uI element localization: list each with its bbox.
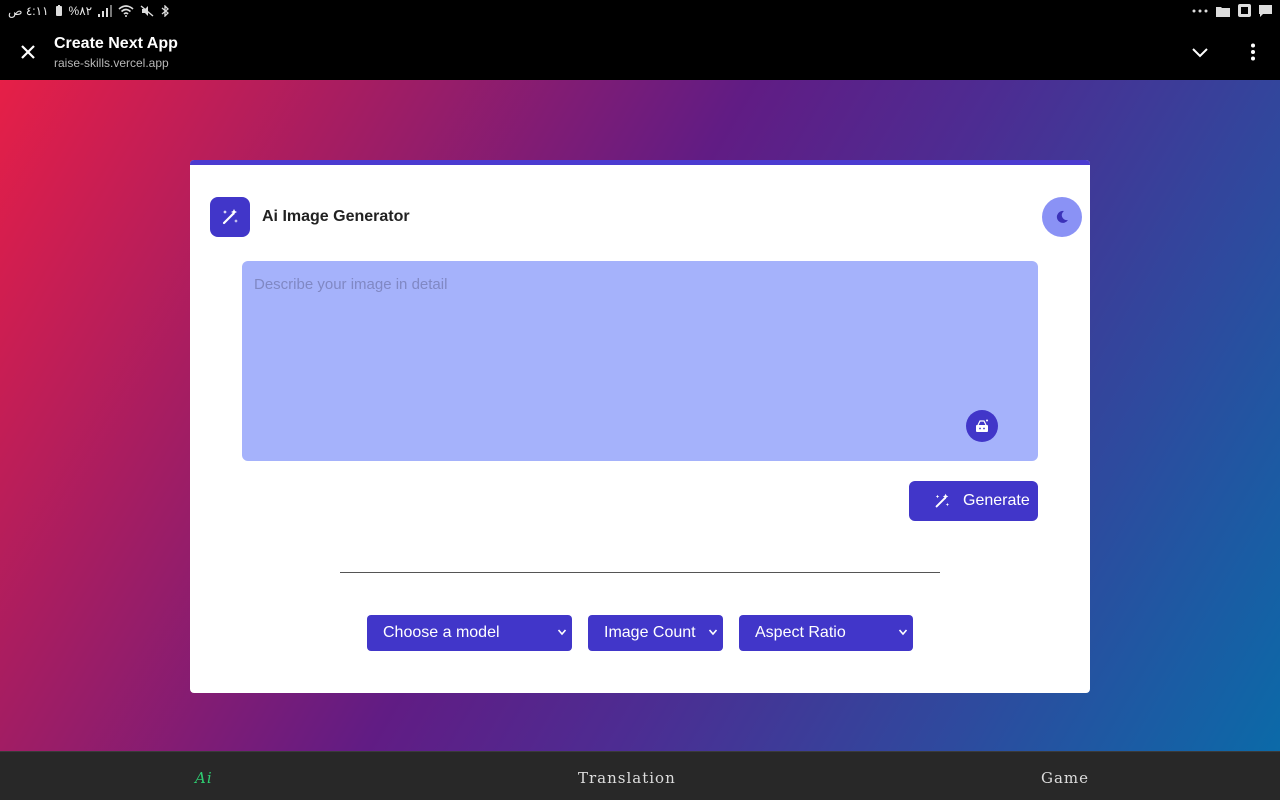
battery-icon <box>55 5 63 17</box>
close-icon <box>21 45 35 59</box>
moon-icon <box>1056 210 1068 223</box>
card-accent-bar <box>190 160 1090 165</box>
bottom-nav: Ai Translation Game <box>0 751 1280 800</box>
bluetooth-icon <box>160 5 170 17</box>
app-logo <box>210 197 250 237</box>
model-select[interactable]: Choose a model <box>367 615 572 651</box>
page-url: raise-skills.vercel.app <box>54 56 169 70</box>
minimize-button[interactable] <box>1186 38 1214 66</box>
random-prompt-button[interactable] <box>966 410 998 442</box>
divider <box>340 572 940 573</box>
page-title: Create Next App <box>54 35 178 52</box>
image-count-select[interactable]: Image Count <box>588 615 723 651</box>
folder-icon <box>1216 5 1230 17</box>
generator-card: Ai Image Generator Generat <box>190 160 1090 693</box>
theme-toggle-button[interactable] <box>1042 197 1082 237</box>
mute-icon <box>140 5 154 17</box>
nav-item-translation[interactable]: Translation <box>578 769 676 787</box>
chevron-down-icon <box>898 629 908 636</box>
prompt-container <box>242 261 1038 461</box>
status-battery: %٨٢ <box>68 4 93 18</box>
chevron-down-icon <box>708 629 718 636</box>
image-count-select-value: Image Count <box>604 624 696 641</box>
menu-button[interactable] <box>1240 38 1266 66</box>
nav-item-game[interactable]: Game <box>1041 769 1089 787</box>
generate-label: Generate <box>963 492 1030 509</box>
signal-icon <box>98 5 113 17</box>
status-right <box>1192 4 1272 17</box>
status-bar: ٤:١١ ص %٨٢ <box>0 0 1280 24</box>
chevron-down-icon <box>1192 48 1208 58</box>
wifi-icon <box>118 5 134 17</box>
nav-item-ai[interactable]: Ai <box>195 769 213 787</box>
status-time: ٤:١١ ص <box>8 4 49 18</box>
more-vert-icon <box>1251 43 1255 61</box>
magic-wand-icon <box>222 209 238 225</box>
model-select-value: Choose a model <box>383 624 500 641</box>
page-viewport: Ai Image Generator Generat <box>0 80 1280 751</box>
dice-icon <box>976 419 988 432</box>
aspect-ratio-select[interactable]: Aspect Ratio <box>739 615 913 651</box>
status-left: ٤:١١ ص %٨٢ <box>8 4 170 18</box>
prompt-textarea[interactable] <box>242 261 1038 461</box>
app-title: Ai Image Generator <box>262 208 410 225</box>
aspect-ratio-select-value: Aspect Ratio <box>755 624 846 641</box>
more-icon <box>1192 9 1208 13</box>
app-icon <box>1238 4 1251 17</box>
magic-wand-icon <box>935 493 950 508</box>
browser-toolbar: Create Next App raise-skills.vercel.app <box>0 24 1280 80</box>
chevron-down-icon <box>557 629 567 636</box>
chat-icon <box>1259 4 1272 17</box>
generate-button[interactable]: Generate <box>909 481 1038 521</box>
close-button[interactable] <box>14 38 42 66</box>
